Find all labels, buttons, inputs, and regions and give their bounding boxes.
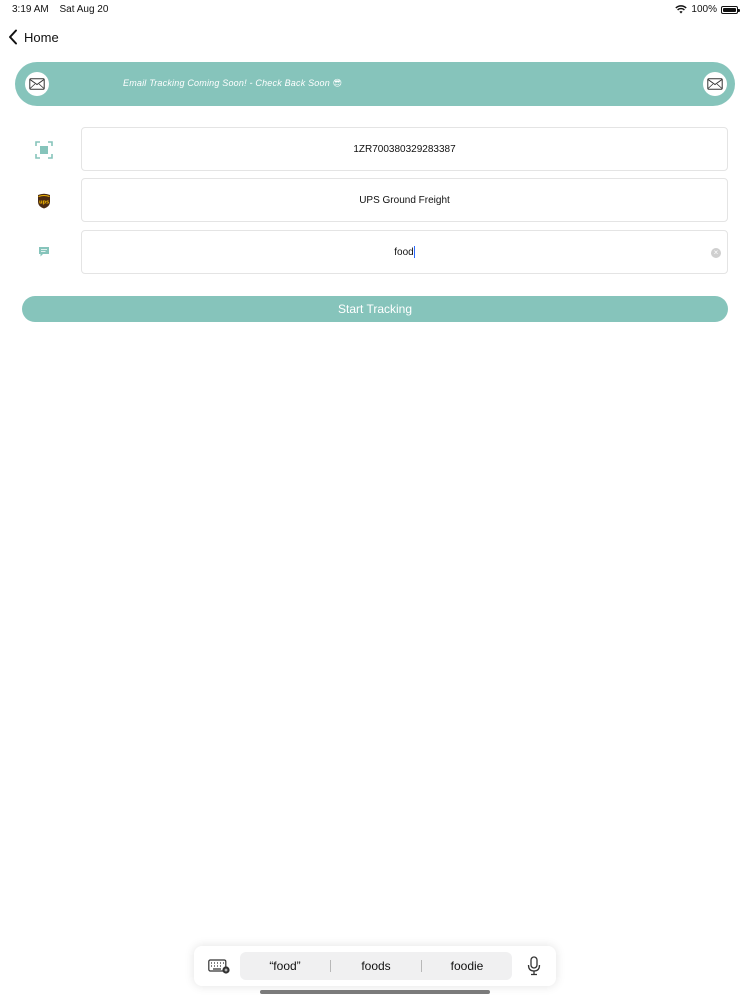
ups-logo-icon: ups — [32, 189, 56, 213]
carrier-field[interactable]: UPS Ground Freight — [81, 178, 728, 222]
back-button[interactable]: Home — [8, 26, 59, 48]
status-time: 3:19 AM — [12, 4, 49, 15]
svg-text:ups: ups — [39, 200, 49, 206]
wifi-icon — [675, 5, 688, 14]
battery-icon — [721, 5, 740, 14]
description-field[interactable]: food × — [81, 230, 728, 274]
text-cursor — [413, 246, 415, 258]
keyboard-suggestion-bar: “food” foods foodie — [194, 946, 556, 986]
keyboard-icon[interactable] — [208, 958, 230, 974]
status-bar: 3:19 AM Sat Aug 20 100% — [0, 0, 750, 18]
email-tracking-banner: Email Tracking Coming Soon! - Check Back… — [15, 62, 735, 106]
scan-icon[interactable] — [32, 138, 56, 162]
battery-percent: 100% — [691, 4, 717, 15]
banner-text: Email Tracking Coming Soon! - Check Back… — [123, 78, 343, 88]
message-icon — [32, 240, 56, 264]
description-value: food — [394, 246, 414, 258]
suggestion-list: “food” foods foodie — [240, 952, 512, 980]
suggestion-item[interactable]: foodie — [422, 959, 512, 973]
suggestion-item[interactable]: “food” — [240, 959, 330, 973]
chevron-left-icon — [9, 29, 17, 45]
suggestion-item[interactable]: foods — [331, 959, 421, 973]
mail-icon[interactable] — [703, 72, 727, 96]
tracking-screen: 3:19 AM Sat Aug 20 100% Home Email Track… — [0, 0, 750, 1000]
start-tracking-button[interactable]: Start Tracking — [22, 296, 728, 322]
clear-text-icon[interactable]: × — [711, 248, 721, 258]
tracking-number-field[interactable]: 1ZR700380329283387 — [81, 127, 728, 171]
home-indicator[interactable] — [260, 990, 490, 994]
carrier-value: UPS Ground Freight — [359, 194, 450, 206]
tracking-number-value: 1ZR700380329283387 — [353, 143, 456, 155]
status-date: Sat Aug 20 — [59, 4, 109, 15]
microphone-icon[interactable] — [526, 956, 542, 976]
back-label: Home — [24, 29, 59, 45]
mail-icon[interactable] — [25, 72, 49, 96]
